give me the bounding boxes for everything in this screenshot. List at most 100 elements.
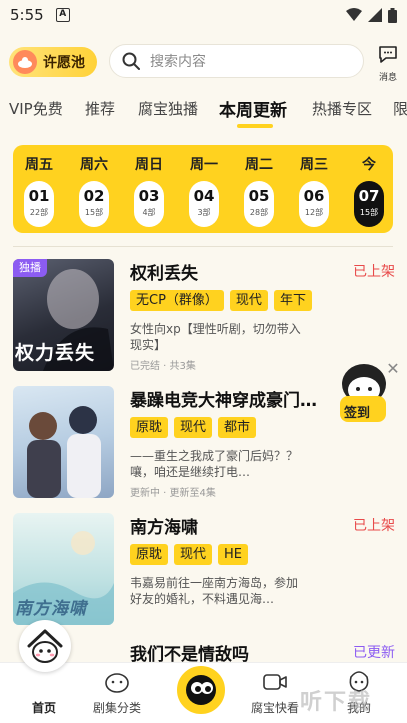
tab-vip-free[interactable]: VIP免费: [9, 98, 63, 119]
day-today[interactable]: 今 07 15部: [347, 145, 391, 233]
day-date: 04: [193, 187, 215, 205]
tag[interactable]: HE: [218, 544, 249, 565]
nav-categories[interactable]: 剧集分类: [82, 663, 152, 723]
wish-pool-label: 许愿池: [43, 55, 85, 71]
day-count: 22部: [29, 208, 49, 217]
day-friday[interactable]: 周五 01 22部: [17, 145, 61, 233]
nav-home-label: 首页: [31, 701, 56, 715]
cover-image[interactable]: 南方海啸: [13, 513, 114, 625]
message-icon: [379, 46, 397, 63]
cover-art-icon: [27, 406, 101, 498]
tab-weekly-update[interactable]: 本周更新: [219, 96, 287, 121]
list-item[interactable]: 独播 权力丢失 权利丢失 已上架 无CP（群像） 现代 年下 女性向xp【理性听…: [13, 259, 403, 372]
tag[interactable]: 现代: [174, 544, 213, 565]
day-name: 周日: [135, 157, 163, 173]
video-icon: [263, 674, 287, 690]
active-tab-indicator: [237, 124, 273, 128]
day-date: 07: [358, 187, 380, 205]
tag[interactable]: 年下: [273, 290, 312, 311]
day-name: 周六: [80, 157, 108, 173]
wifi-icon: [346, 8, 362, 21]
day-date: 01: [28, 187, 50, 205]
sign-in-label: 签到: [344, 406, 371, 421]
tab-exclusive[interactable]: 腐宝独播: [138, 98, 198, 119]
day-name: 周三: [300, 157, 328, 173]
nav-home[interactable]: 首页: [9, 663, 79, 723]
day-sunday[interactable]: 周日 03 4部: [127, 145, 171, 233]
center-play-button[interactable]: [174, 663, 228, 717]
message-label: 消息: [378, 73, 397, 83]
tab-limited[interactable]: 限: [393, 98, 407, 119]
day-date: 06: [303, 187, 325, 205]
day-date: 03: [138, 187, 160, 205]
cover-title: 南方海啸: [15, 599, 87, 619]
day-name: 周二: [245, 157, 273, 173]
tag-list: 无CP（群像） 现代 年下: [130, 290, 312, 311]
item-meta: 更新中 · 更新至4集: [130, 488, 216, 499]
battery-icon: [388, 7, 397, 23]
cover-image[interactable]: 独播 权力丢失: [13, 259, 114, 371]
status-badge: 已更新: [353, 645, 395, 661]
tag[interactable]: 现代: [174, 417, 213, 438]
day-saturday[interactable]: 周六 02 15部: [72, 145, 116, 233]
item-description: 韦嘉易前往一座南方海岛，参加好友的婚礼，不料遇见海…: [130, 576, 299, 606]
item-title: 南方海啸: [130, 518, 198, 538]
day-date: 02: [83, 187, 105, 205]
section-divider: [13, 246, 393, 247]
status-bar: 5:55 A: [0, 0, 407, 30]
tab-recommend[interactable]: 推荐: [85, 98, 115, 119]
wish-pool-icon: [13, 50, 37, 74]
tag-list: 原耽 现代 HE: [130, 544, 249, 565]
item-description: ——重生之我成了豪门后妈？？嚷，咱还是继续打电…: [130, 449, 299, 479]
day-name: 今: [362, 157, 376, 173]
home-icon: [27, 629, 63, 663]
day-count: 28部: [249, 208, 269, 217]
play-eye-icon: [186, 675, 216, 705]
item-meta: 已完结 · 共3集: [130, 361, 196, 372]
day-count: 12部: [304, 208, 324, 217]
day-name: 周一: [190, 157, 218, 173]
item-description: 女性向xp【理性听剧，切勿带入现实】: [130, 322, 301, 352]
cover-title: 权力丢失: [15, 342, 96, 364]
list-item[interactable]: 我们不是情敌吗 已更新: [13, 640, 403, 662]
search-input[interactable]: 搜索内容: [109, 44, 364, 78]
top-bar: 许愿池 搜索内容 消息: [0, 42, 407, 83]
notification-icon: A: [55, 8, 70, 22]
search-placeholder: 搜索内容: [150, 54, 206, 70]
cover-image[interactable]: [13, 386, 114, 498]
close-icon[interactable]: ✕: [384, 360, 402, 378]
exclusive-badge: 独播: [13, 259, 47, 277]
day-name: 周五: [25, 157, 53, 173]
tab-hot[interactable]: 热播专区: [312, 98, 372, 119]
tag[interactable]: 无CP（群像）: [130, 290, 224, 311]
item-title: 权利丢失: [130, 264, 198, 284]
list-item[interactable]: 南方海啸 南方海啸 已上架 原耽 现代 HE 韦嘉易前往一座南方海岛，参加好友的…: [13, 513, 403, 625]
category-tabs: VIP免费 推荐 腐宝独播 本周更新 热播专区 限: [0, 92, 407, 128]
message-button[interactable]: 消息: [374, 46, 402, 83]
day-monday[interactable]: 周一 04 3部: [182, 145, 226, 233]
week-selector: 周五 01 22部 周六 02 15部 周日 03 4部 周一 04 3部 周二 05 2…: [13, 145, 393, 233]
tag[interactable]: 现代: [229, 290, 268, 311]
day-date: 05: [248, 187, 270, 205]
day-count: 15部: [84, 208, 104, 217]
item-title: 暴躁电竞大神穿成豪门…: [130, 391, 317, 411]
status-badge: 已上架: [353, 518, 395, 534]
status-badge: 已上架: [353, 264, 395, 280]
day-count: 15部: [359, 208, 379, 217]
wish-pool-button[interactable]: 许愿池: [9, 47, 97, 77]
signal-icon: [368, 8, 382, 22]
day-tuesday[interactable]: 周二 05 28部: [237, 145, 281, 233]
status-time: 5:55: [10, 6, 44, 24]
tag[interactable]: 原耽: [130, 417, 169, 438]
nav-categories-label: 剧集分类: [92, 701, 141, 715]
day-wednesday[interactable]: 周三 06 12部: [292, 145, 336, 233]
categories-icon: [105, 673, 129, 693]
tag[interactable]: 原耽: [130, 544, 169, 565]
day-count: 3部: [197, 208, 211, 217]
watermark: 听下载: [300, 690, 373, 715]
tag[interactable]: 都市: [218, 417, 257, 438]
item-title: 我们不是情敌吗: [130, 645, 249, 662]
search-icon: [122, 52, 140, 70]
home-mascot-button[interactable]: [19, 620, 71, 672]
tag-list: 原耽 现代 都市: [130, 417, 257, 438]
